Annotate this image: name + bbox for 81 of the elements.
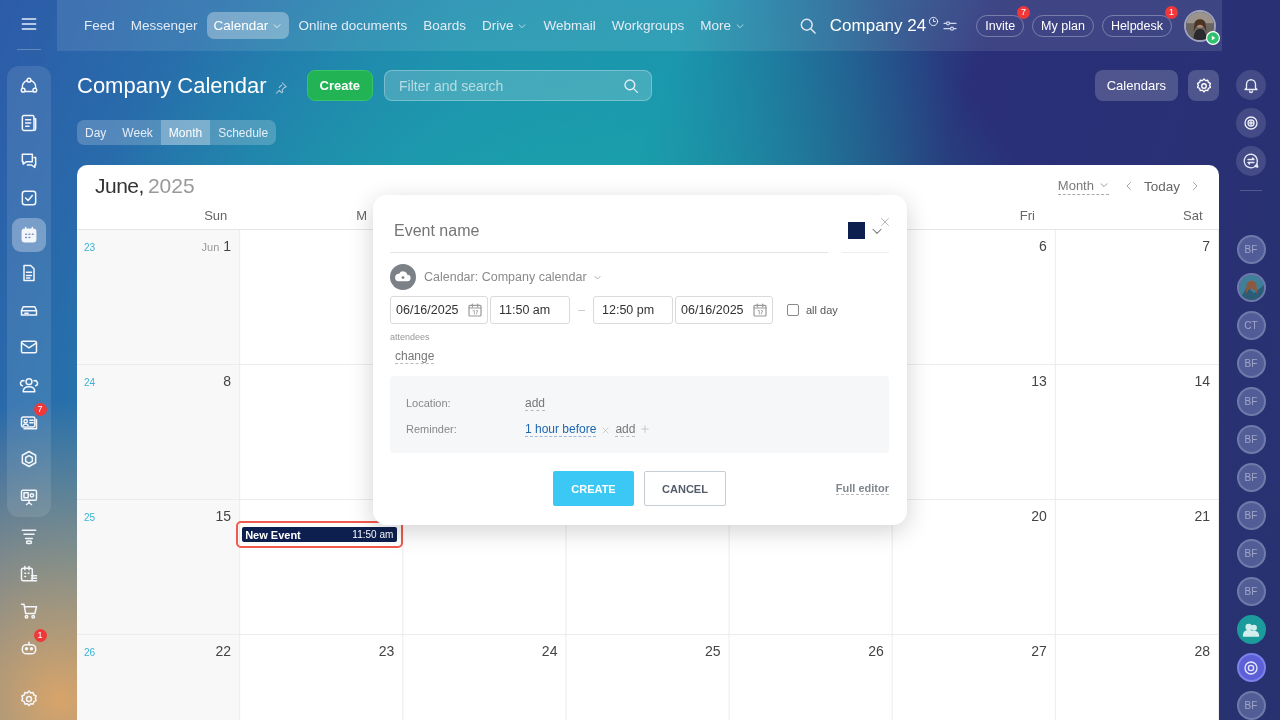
week-number[interactable]: 25 <box>82 512 96 523</box>
day-number: 22 <box>215 643 232 659</box>
company-name: Company 24 <box>829 15 927 36</box>
year-title: 2025 <box>147 174 195 198</box>
day-number: 24 <box>541 643 558 659</box>
day-number: 28 <box>1194 643 1210 659</box>
user-avatar[interactable]: BF <box>1236 387 1266 416</box>
weekday-label: M <box>356 207 369 224</box>
nav-link[interactable]: Boards <box>416 12 473 39</box>
page-title: Company Calendar <box>77 72 267 99</box>
day-number: 1 <box>223 238 232 254</box>
view-tab[interactable]: Week <box>114 120 161 145</box>
weekday-label: Sun <box>204 207 229 224</box>
user-avatar[interactable]: BF <box>1236 501 1266 530</box>
day-number: 27 <box>1031 643 1047 659</box>
time-field[interactable]: 12:50 pm <box>593 296 673 324</box>
event-time: 11:50 am <box>352 529 394 540</box>
field-label: Reminder: <box>406 423 458 435</box>
user-avatar[interactable]: BF <box>1236 235 1266 264</box>
user-avatar[interactable]: BF <box>1236 463 1266 492</box>
nav-link[interactable]: Webmail <box>536 12 603 39</box>
nav-link[interactable]: Workgroups <box>604 12 692 39</box>
nav-link[interactable]: Messenger <box>123 12 205 39</box>
nav-link[interactable]: Feed <box>77 12 122 39</box>
user-avatar[interactable]: BF <box>1236 691 1266 720</box>
reminder-link[interactable]: 1 hour before <box>525 421 597 437</box>
weekday-label: Fri <box>1019 207 1036 224</box>
calendars-button[interactable]: Calendars <box>1094 70 1178 101</box>
create-button[interactable]: Create <box>306 70 373 101</box>
calendar-event[interactable]: New Event 11:50 am <box>242 527 398 542</box>
view-tab[interactable]: Month <box>160 120 211 145</box>
count-badge: 7 <box>33 403 47 417</box>
weekday-label: Sat <box>1183 207 1204 224</box>
user-avatar[interactable]: BF <box>1236 425 1266 454</box>
day-number: 25 <box>705 643 721 659</box>
sidebar-item[interactable]: 1 <box>11 631 46 666</box>
view-tab[interactable]: Schedule <box>210 120 277 145</box>
checkbox-label: all day <box>806 304 838 316</box>
day-number: 15 <box>215 508 232 524</box>
add-link[interactable]: add <box>615 421 636 437</box>
date-field[interactable]: 06/16/2025 <box>390 296 488 324</box>
view-tab[interactable]: Day <box>77 120 115 145</box>
user-avatar[interactable]: BF <box>1236 577 1266 606</box>
week-number[interactable]: 24 <box>82 377 96 388</box>
today-button[interactable]: Today <box>1140 178 1183 194</box>
nav-link[interactable]: Online documents <box>291 12 415 39</box>
month-title: June, <box>95 174 144 198</box>
calendar-select[interactable]: Calendar: Company calendar <box>424 270 602 284</box>
cancel-button[interactable]: CANCEL <box>644 471 726 506</box>
day-number: 20 <box>1031 508 1047 524</box>
nav-link[interactable]: Drive <box>474 12 535 39</box>
day-number: 6 <box>1039 238 1047 254</box>
view-dropdown[interactable]: Month <box>1057 177 1109 195</box>
week-number[interactable]: 26 <box>82 647 96 658</box>
field-label: attendees <box>390 332 431 342</box>
day-number: 21 <box>1194 508 1210 524</box>
nav-link[interactable]: More <box>693 12 753 39</box>
count-badge: 1 <box>1165 5 1178 19</box>
user-avatar[interactable]: BF <box>1236 349 1266 378</box>
day-number: 13 <box>1031 373 1047 389</box>
field-label: Location: <box>406 397 452 409</box>
count-badge: 7 <box>1017 5 1031 19</box>
time-field[interactable]: 11:50 am <box>490 296 570 324</box>
month-label: Jun <box>201 241 220 253</box>
date-field[interactable]: 06/16/2025 <box>675 296 773 324</box>
sidebar-item[interactable]: 7 <box>11 405 46 440</box>
week-number[interactable]: 23 <box>82 242 96 253</box>
nav-link[interactable]: Calendar <box>206 12 290 39</box>
day-number: 14 <box>1194 373 1210 389</box>
day-number: 23 <box>378 643 395 659</box>
day-number: 26 <box>868 643 884 659</box>
create-button[interactable]: CREATE <box>553 471 634 506</box>
count-badge: 1 <box>33 629 47 643</box>
day-number: 7 <box>1202 238 1210 254</box>
user-avatar[interactable]: CT <box>1236 311 1266 340</box>
add-link[interactable]: add <box>525 395 546 411</box>
day-number: 8 <box>223 373 232 389</box>
change-link[interactable]: change <box>395 349 435 364</box>
full-editor-link[interactable]: Full editor <box>835 482 889 495</box>
event-title: New Event <box>245 528 301 541</box>
user-avatar[interactable]: BF <box>1236 539 1266 568</box>
